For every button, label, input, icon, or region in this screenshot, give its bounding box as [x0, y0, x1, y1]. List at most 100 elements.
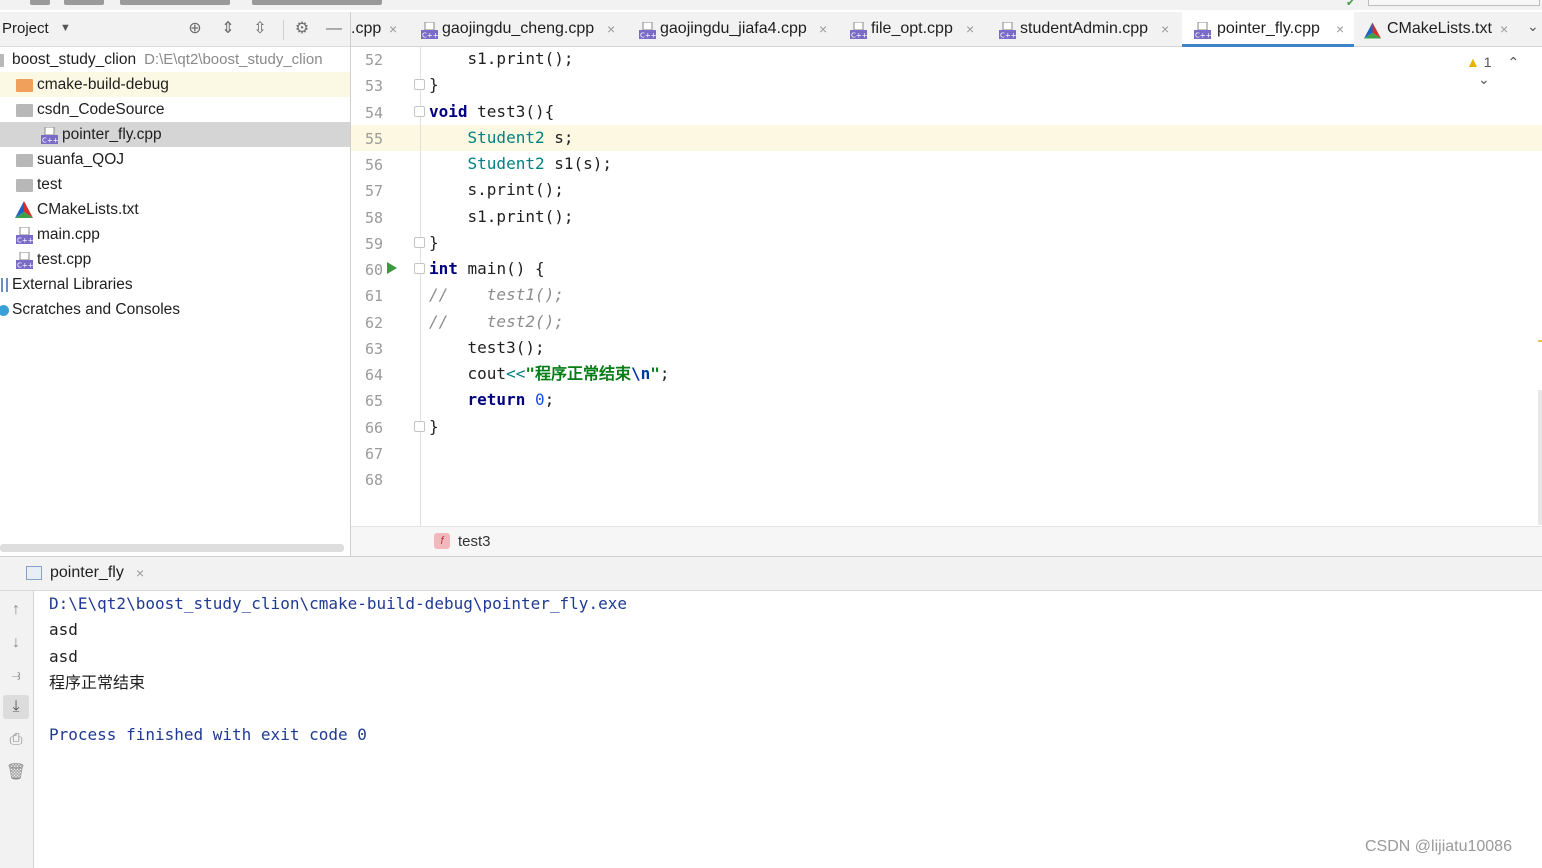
- code-line[interactable]: }: [429, 230, 439, 256]
- tab-student-admin[interactable]: C++ studentAdmin.cpp ×: [999, 12, 1179, 46]
- warning-icon: ▲: [1466, 54, 1480, 70]
- fold-icon[interactable]: [414, 263, 425, 274]
- horizontal-scrollbar[interactable]: [0, 544, 344, 552]
- code-line[interactable]: s1.print();: [429, 46, 574, 72]
- tab-label: gaojingdu_jiafa4.cpp: [660, 20, 807, 37]
- console-line: D:\E\qt2\boost_study_clion\cmake-build-d…: [49, 594, 627, 613]
- scroll-to-end-icon[interactable]: ⤓: [3, 695, 29, 719]
- collapse-all-icon[interactable]: ⇳: [249, 18, 271, 40]
- tree-item-root[interactable]: boost_study_clion D:\E\qt2\boost_study_cl…: [0, 47, 350, 72]
- code-line[interactable]: test3();: [429, 335, 545, 361]
- svg-text:C++: C++: [422, 32, 438, 40]
- soft-wrap-icon[interactable]: ⥽: [3, 664, 29, 688]
- minimize-icon[interactable]: —: [323, 18, 345, 40]
- cpp-file-icon: C++: [850, 22, 867, 39]
- console-line: asd: [49, 647, 78, 666]
- tab-gaojingdu-cheng[interactable]: C++ gaojingdu_cheng.cpp ×: [421, 12, 629, 46]
- fold-icon[interactable]: [414, 79, 425, 90]
- tab-label: gaojingdu_cheng.cpp: [442, 20, 595, 37]
- chevron-up-icon[interactable]: ⌃: [1507, 54, 1519, 70]
- line-number: 52: [364, 51, 383, 69]
- editor-gutter[interactable]: 52 53 54 55 56 57 58 59 60 61 62 63 64 6…: [351, 47, 421, 526]
- close-icon[interactable]: ×: [1336, 12, 1344, 46]
- code-line[interactable]: Student2 s;: [429, 125, 574, 151]
- cmake-icon: [1364, 22, 1381, 39]
- folder-icon: [16, 104, 33, 117]
- run-config-selector[interactable]: [1368, 0, 1540, 6]
- tab-cpp[interactable]: .cpp ×: [351, 12, 411, 46]
- tree-item-main-cpp[interactable]: C++ main.cpp: [0, 222, 350, 247]
- watermark: CSDN @lijiatu10086: [1365, 838, 1512, 855]
- run-tool-window-header: pointer_fly ×: [0, 556, 1542, 591]
- code-line[interactable]: // test2();: [429, 309, 564, 335]
- close-icon[interactable]: ×: [607, 12, 615, 46]
- project-tree: boost_study_clion D:\E\qt2\boost_study_cl…: [0, 47, 350, 544]
- nav-crumb: [30, 0, 50, 5]
- console-output[interactable]: D:\E\qt2\boost_study_clion\cmake-build-d…: [34, 591, 1542, 868]
- code-line[interactable]: }: [429, 72, 439, 98]
- tab-file-opt[interactable]: C++ file_opt.cpp ×: [850, 12, 988, 46]
- close-icon[interactable]: ×: [136, 565, 144, 581]
- close-icon[interactable]: ×: [1500, 12, 1508, 46]
- cpp-file-icon: C++: [16, 227, 33, 244]
- tree-item-test-cpp[interactable]: C++ test.cpp: [0, 247, 350, 272]
- code-line[interactable]: // test1();: [429, 282, 564, 308]
- tab-cmakelists[interactable]: CMakeLists.txt ×: [1364, 12, 1524, 46]
- project-panel-title[interactable]: Project: [2, 20, 49, 37]
- tree-item-cmake-build-debug[interactable]: cmake-build-debug: [0, 72, 350, 97]
- code-line[interactable]: }: [429, 414, 439, 440]
- run-toolbar: ↑ ↓ ⥽ ⤓ ⎙ 🗑: [0, 591, 34, 868]
- editor-tab-bar: .cpp × C++ gaojingdu_cheng.cpp × C++ gao…: [351, 12, 1542, 47]
- code-line[interactable]: cout<<"程序正常结束\n";: [429, 361, 670, 387]
- tree-item-external-libraries[interactable]: External Libraries: [0, 272, 350, 297]
- svg-text:C++: C++: [1000, 32, 1016, 40]
- tree-item-csdn-codesource[interactable]: csdn_CodeSource: [0, 97, 350, 122]
- error-stripe-marker[interactable]: [1538, 340, 1542, 342]
- vertical-scrollbar[interactable]: [1538, 390, 1542, 525]
- nav-crumb: [64, 0, 104, 5]
- run-gutter-icon[interactable]: [387, 262, 397, 274]
- locate-icon[interactable]: ⊕: [184, 18, 206, 40]
- tree-item-pointer-fly[interactable]: C++ pointer_fly.cpp: [0, 122, 350, 147]
- tree-item-suanfa-qoj[interactable]: suanfa_QOJ: [0, 147, 350, 172]
- fold-icon[interactable]: [414, 106, 425, 117]
- cpp-file-icon: C++: [1194, 22, 1211, 39]
- tree-item-scratches[interactable]: Scratches and Consoles: [0, 297, 350, 322]
- arrow-up-icon[interactable]: ↑: [3, 598, 29, 622]
- code-line[interactable]: s1.print();: [429, 204, 574, 230]
- tab-label: .cpp: [351, 20, 382, 37]
- code-line[interactable]: void test3(){: [429, 99, 554, 125]
- tree-item-path: D:\E\qt2\boost_study_clion: [144, 51, 323, 68]
- console-line: Process finished with exit code 0: [49, 725, 367, 744]
- code-line[interactable]: return 0;: [429, 387, 555, 413]
- tree-item-label: test: [37, 176, 62, 193]
- code-line[interactable]: Student2 s1(s);: [429, 151, 613, 177]
- line-number: 63: [364, 340, 383, 358]
- close-icon[interactable]: ×: [389, 12, 397, 46]
- chevron-down-icon[interactable]: ⌄: [1478, 71, 1490, 87]
- fold-icon[interactable]: [414, 421, 425, 432]
- inspection-widget[interactable]: ▲ 1 ⌃ ⌄: [1466, 54, 1542, 88]
- arrow-down-icon[interactable]: ↓: [3, 631, 29, 655]
- close-icon[interactable]: ×: [819, 12, 827, 46]
- tab-label: CMakeLists.txt: [1387, 20, 1492, 37]
- print-icon[interactable]: ⎙: [3, 728, 29, 752]
- scratch-icon: [0, 305, 9, 316]
- code-line[interactable]: int main() {: [429, 256, 545, 282]
- expand-all-icon[interactable]: ⇕: [217, 18, 239, 40]
- chevron-down-icon[interactable]: ▼: [60, 22, 71, 34]
- tab-gaojingdu-jiafa4[interactable]: C++ gaojingdu_jiafa4.cpp ×: [639, 12, 839, 46]
- tree-item-test[interactable]: test: [0, 172, 350, 197]
- chevron-down-icon[interactable]: ⌄: [1527, 18, 1539, 35]
- fold-icon[interactable]: [414, 237, 425, 248]
- trash-icon[interactable]: 🗑: [3, 761, 29, 785]
- tree-item-cmakelists[interactable]: CMakeLists.txt: [0, 197, 350, 222]
- code-line[interactable]: s.print();: [429, 177, 564, 203]
- tab-pointer-fly[interactable]: C++ pointer_fly.cpp ×: [1182, 12, 1354, 47]
- tree-item-label: boost_study_clion: [12, 51, 137, 68]
- breadcrumb-function[interactable]: test3: [458, 533, 491, 550]
- close-icon[interactable]: ×: [966, 12, 974, 46]
- close-icon[interactable]: ×: [1161, 12, 1169, 46]
- gear-icon[interactable]: ⚙: [291, 18, 313, 40]
- tree-item-label: pointer_fly.cpp: [62, 126, 162, 143]
